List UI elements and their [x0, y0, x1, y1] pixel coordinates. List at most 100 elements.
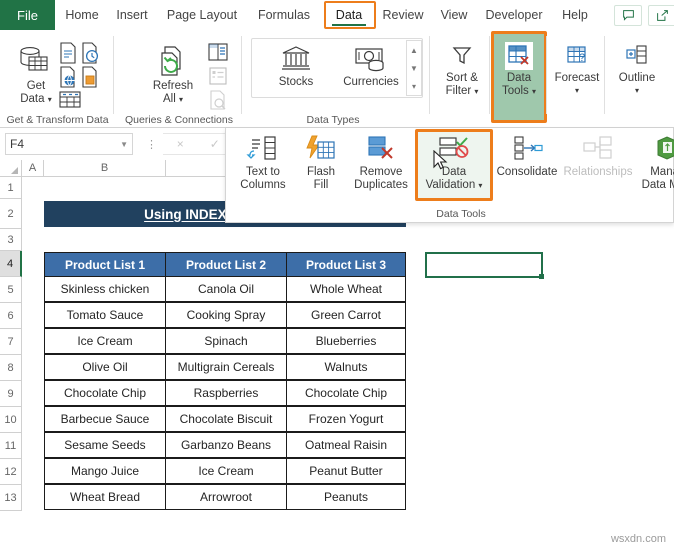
name-box[interactable]: F4 ▼	[5, 133, 133, 155]
table-cell[interactable]: Wheat Bread	[44, 484, 166, 510]
properties-icon[interactable]	[207, 66, 229, 89]
table-cell[interactable]: Multigrain Cereals	[165, 354, 287, 380]
consolidate-icon	[514, 136, 543, 160]
tab-data-active-underline	[332, 23, 366, 26]
flash-fill-button[interactable]: Flash Fill	[298, 134, 344, 191]
cancel-entry-button[interactable]: ×	[163, 137, 198, 151]
tab-help[interactable]: Help	[556, 0, 594, 30]
from-web-recent-icon[interactable]	[80, 42, 100, 67]
table-cell[interactable]: Ice Cream	[44, 328, 166, 354]
from-text-icon[interactable]	[58, 42, 78, 67]
from-table-range-icon[interactable]	[80, 66, 100, 91]
forecast-button[interactable]: ? Forecast ▾	[552, 42, 602, 97]
tab-review[interactable]: Review	[378, 0, 428, 30]
table-cell[interactable]: Chocolate Chip	[44, 380, 166, 406]
chevron-down-icon[interactable]: ▼	[120, 140, 128, 149]
chevron-down-icon: ▾	[478, 180, 483, 190]
column-header-b[interactable]: B	[44, 160, 166, 177]
currencies-button[interactable]: Currencies	[333, 44, 409, 89]
get-data-button[interactable]: Get Data ▾	[10, 44, 62, 106]
text-to-columns-button[interactable]: Text to Columns	[234, 134, 292, 191]
table-cell[interactable]: Whole Wheat	[286, 276, 406, 302]
fill-handle[interactable]	[539, 274, 544, 279]
select-all-button[interactable]	[0, 160, 22, 177]
outline-button[interactable]: Outline ▾	[612, 42, 662, 97]
row-header-2[interactable]: 2	[0, 199, 22, 229]
ribbon-group-forecast: ? Forecast ▾	[548, 30, 606, 128]
table-cell[interactable]: Walnuts	[286, 354, 406, 380]
table-cell[interactable]: Skinless chicken	[44, 276, 166, 302]
gallery-scroll-up-icon[interactable]: ▲	[407, 41, 421, 59]
edit-links-icon[interactable]	[207, 90, 229, 113]
row-header-5[interactable]: 5	[0, 277, 22, 303]
formula-bar-handle[interactable]: ⋮	[146, 138, 157, 151]
column-header-a[interactable]: A	[22, 160, 44, 177]
selected-cell-f4[interactable]	[425, 252, 543, 278]
sort-filter-button[interactable]: Sort & Filter ▾	[437, 42, 487, 98]
row-header-3[interactable]: 3	[0, 229, 22, 251]
row-header-4[interactable]: 4	[0, 251, 22, 277]
row-header-1[interactable]: 1	[0, 177, 22, 199]
row-header-9[interactable]: 9	[0, 381, 22, 407]
stocks-button[interactable]: Stocks	[265, 44, 327, 89]
row-header-12[interactable]: 12	[0, 459, 22, 485]
table-cell[interactable]: Olive Oil	[44, 354, 166, 380]
gallery-more-icon[interactable]: ▾	[407, 77, 421, 95]
refresh-all-button[interactable]: Refresh All ▾	[143, 44, 203, 106]
ribbon: Get Data ▾ Get & Transform Data Refresh …	[0, 30, 674, 128]
data-validation-label-line1: Data	[441, 166, 467, 178]
table-cell[interactable]: Sesame Seeds	[44, 432, 166, 458]
queries-connections-icon[interactable]	[207, 42, 229, 65]
formula-bar-buttons: × ✓	[163, 133, 233, 155]
tab-insert[interactable]: Insert	[110, 0, 154, 30]
share-icon[interactable]	[648, 5, 674, 26]
data-validation-button[interactable]: Data Validation ▾	[419, 134, 489, 192]
row-header-7[interactable]: 7	[0, 329, 22, 355]
table-cell[interactable]: Arrowroot	[165, 484, 287, 510]
row-header-13[interactable]: 13	[0, 485, 22, 511]
table-cell[interactable]: Peanuts	[286, 484, 406, 510]
table-cell[interactable]: Oatmeal Raisin	[286, 432, 406, 458]
svg-text:?: ?	[579, 52, 585, 64]
table-cell[interactable]: Spinach	[165, 328, 287, 354]
tab-view[interactable]: View	[434, 0, 474, 30]
row-header-6[interactable]: 6	[0, 303, 22, 329]
tab-home[interactable]: Home	[60, 0, 104, 30]
tab-formulas[interactable]: Formulas	[253, 0, 315, 30]
remove-duplicates-icon	[368, 136, 393, 159]
manage-data-model-button[interactable]: Manage Data Model	[636, 134, 674, 191]
table-cell[interactable]: Peanut Butter	[286, 458, 406, 484]
table-cell[interactable]: Blueberries	[286, 328, 406, 354]
table-cell[interactable]: Garbanzo Beans	[165, 432, 287, 458]
data-tools-button[interactable]: Data Tools ▾	[495, 42, 543, 98]
tab-data[interactable]: Data	[326, 0, 372, 30]
table-cell[interactable]: Mango Juice	[44, 458, 166, 484]
gallery-scroll-down-icon[interactable]: ▼	[407, 59, 421, 77]
table-cell[interactable]: Chocolate Biscuit	[165, 406, 287, 432]
manage-data-model-icon	[657, 136, 674, 160]
table-cell[interactable]: Raspberries	[165, 380, 287, 406]
table-cell[interactable]: Ice Cream	[165, 458, 287, 484]
data-types-gallery-scroll[interactable]: ▲ ▼ ▾	[406, 40, 422, 96]
row-header-8[interactable]: 8	[0, 355, 22, 381]
comments-icon[interactable]	[614, 5, 642, 26]
table-cell[interactable]: Tomato Sauce	[44, 302, 166, 328]
table-cell[interactable]: Chocolate Chip	[286, 380, 406, 406]
remove-duplicates-button[interactable]: Remove Duplicates	[348, 134, 414, 191]
table-cell[interactable]: Cooking Spray	[165, 302, 287, 328]
row-header-11[interactable]: 11	[0, 433, 22, 459]
tab-developer[interactable]: Developer	[478, 0, 550, 30]
from-web-icon[interactable]	[58, 66, 78, 91]
tab-file[interactable]: File	[0, 0, 55, 30]
table-cell[interactable]: Barbecue Sauce	[44, 406, 166, 432]
table-cell[interactable]: Green Carrot	[286, 302, 406, 328]
forecast-sheet-icon: ?	[567, 46, 586, 64]
table-cell[interactable]: Frozen Yogurt	[286, 406, 406, 432]
tab-developer-label: Developer	[485, 8, 543, 22]
row-header-10[interactable]: 10	[0, 407, 22, 433]
tab-page-layout[interactable]: Page Layout	[161, 0, 243, 30]
consolidate-button[interactable]: Consolidate	[494, 134, 560, 179]
recent-sources-icon[interactable]	[58, 90, 82, 113]
chevron-down-icon: ▾	[474, 86, 479, 96]
table-cell[interactable]: Canola Oil	[165, 276, 287, 302]
